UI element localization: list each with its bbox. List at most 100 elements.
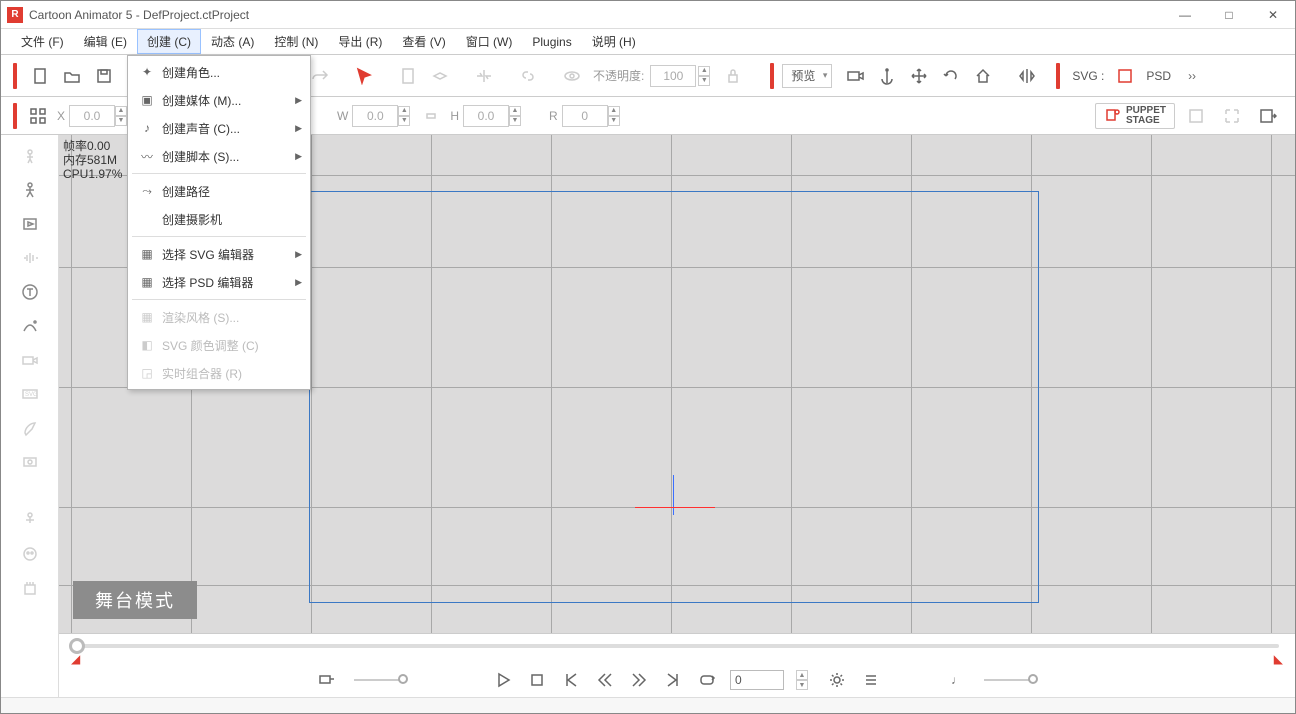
link-wh-button[interactable] xyxy=(416,101,446,131)
link-button[interactable] xyxy=(513,61,543,91)
go-start-button[interactable] xyxy=(560,669,582,691)
go-end-button[interactable] xyxy=(662,669,684,691)
zoom-slider-left[interactable] xyxy=(354,679,404,681)
w-down[interactable]: ▼ xyxy=(398,116,410,126)
camera-tool[interactable] xyxy=(14,345,46,375)
hand-tool[interactable] xyxy=(14,573,46,603)
marker-tool[interactable] xyxy=(316,669,338,691)
menu-create-path[interactable]: ⤳创建路径 xyxy=(128,177,310,205)
menu-export[interactable]: 导出 (R) xyxy=(328,29,392,54)
audio-tool[interactable] xyxy=(14,243,46,273)
prev-frame-button[interactable] xyxy=(594,669,616,691)
h-input[interactable] xyxy=(463,105,509,127)
preview-combo[interactable]: 预览 xyxy=(782,64,832,88)
save-file-button[interactable] xyxy=(89,61,119,91)
timeline-end-marker[interactable]: ◣ xyxy=(1274,652,1283,666)
maximize-button[interactable]: □ xyxy=(1207,1,1251,29)
bone-tool[interactable] xyxy=(14,175,46,205)
pose-tool[interactable] xyxy=(14,505,46,535)
menu-create-script[interactable]: 〰创建脚本 (S)...▶ xyxy=(128,142,310,170)
menu-edit[interactable]: 编辑 (E) xyxy=(74,29,137,54)
new-file-button[interactable] xyxy=(25,61,55,91)
frame-down[interactable]: ▼ xyxy=(796,680,808,690)
layer-tool-1[interactable] xyxy=(393,61,423,91)
stage-tool-1[interactable] xyxy=(1181,101,1211,131)
x-up[interactable]: ▲ xyxy=(115,106,127,116)
timeline-track[interactable] xyxy=(75,644,1279,648)
r-down[interactable]: ▼ xyxy=(608,116,620,126)
menu-create-camera[interactable]: 创建摄影机 xyxy=(128,205,310,233)
x-down[interactable]: ▼ xyxy=(115,116,127,126)
x-input[interactable] xyxy=(69,105,115,127)
opacity-down[interactable]: ▼ xyxy=(698,76,710,86)
r-up[interactable]: ▲ xyxy=(608,106,620,116)
menu-view[interactable]: 查看 (V) xyxy=(392,29,455,54)
status-bar xyxy=(1,697,1295,713)
stage-export-button[interactable] xyxy=(1253,101,1283,131)
anchor-button[interactable] xyxy=(872,61,902,91)
timeline-start-marker[interactable]: ◢ xyxy=(71,652,80,666)
menu-file[interactable]: 文件 (F) xyxy=(11,29,74,54)
text-tool[interactable] xyxy=(14,277,46,307)
opacity-input[interactable] xyxy=(650,65,696,87)
menu-help[interactable]: 说明 (H) xyxy=(582,29,646,54)
menu-create-sound[interactable]: ♪创建声音 (C)...▶ xyxy=(128,114,310,142)
menu-control[interactable]: 控制 (N) xyxy=(264,29,328,54)
more-button[interactable]: ›› xyxy=(1177,61,1207,91)
r-input[interactable] xyxy=(562,105,608,127)
puppet-stage-button[interactable]: PUPPETSTAGE xyxy=(1095,103,1175,129)
camera-view-button[interactable] xyxy=(840,61,870,91)
audio-icon: ♩ xyxy=(946,669,968,691)
svg-editor-label: SVG : xyxy=(1072,69,1104,83)
rotate-button[interactable] xyxy=(936,61,966,91)
w-input[interactable] xyxy=(352,105,398,127)
h-label: H xyxy=(450,109,459,123)
svg-edit-button[interactable] xyxy=(1110,61,1140,91)
menu-bar: 文件 (F) 编辑 (E) 创建 (C) 动态 (A) 控制 (N) 导出 (R… xyxy=(1,29,1295,55)
path-tool[interactable] xyxy=(14,311,46,341)
svg-tool[interactable]: SVG xyxy=(14,379,46,409)
actor-tool[interactable] xyxy=(14,141,46,171)
menu-create[interactable]: 创建 (C) xyxy=(137,29,201,54)
loop-button[interactable] xyxy=(696,669,718,691)
current-frame-input[interactable] xyxy=(730,670,784,690)
w-up[interactable]: ▲ xyxy=(398,106,410,116)
volume-slider[interactable] xyxy=(984,679,1034,681)
grid-align-button[interactable] xyxy=(23,101,53,131)
minimize-button[interactable]: — xyxy=(1163,1,1207,29)
flip-button[interactable] xyxy=(469,61,499,91)
stage-tool-2[interactable] xyxy=(1217,101,1247,131)
menu-window[interactable]: 窗口 (W) xyxy=(456,29,523,54)
menu-create-character[interactable]: ✦创建角色... xyxy=(128,58,310,86)
home-button[interactable] xyxy=(968,61,998,91)
menu-plugins[interactable]: Plugins xyxy=(522,31,581,53)
list-button[interactable] xyxy=(860,669,882,691)
lock-button[interactable] xyxy=(718,61,748,91)
title-bar: R Cartoon Animator 5 - DefProject.ctProj… xyxy=(1,1,1295,29)
menu-create-media[interactable]: ▣创建媒体 (M)...▶ xyxy=(128,86,310,114)
h-down[interactable]: ▼ xyxy=(509,116,521,126)
render-tool[interactable] xyxy=(14,447,46,477)
color-tool[interactable] xyxy=(14,413,46,443)
menu-animate[interactable]: 动态 (A) xyxy=(201,29,264,54)
stage-frame xyxy=(309,191,1039,603)
left-toolbar: SVG xyxy=(1,135,59,697)
menu-svg-editor[interactable]: ▦选择 SVG 编辑器▶ xyxy=(128,240,310,268)
select-tool-button[interactable] xyxy=(349,61,379,91)
stop-button[interactable] xyxy=(526,669,548,691)
media-tool[interactable] xyxy=(14,209,46,239)
open-file-button[interactable] xyxy=(57,61,87,91)
close-button[interactable]: ✕ xyxy=(1251,1,1295,29)
next-frame-button[interactable] xyxy=(628,669,650,691)
face-tool[interactable] xyxy=(14,539,46,569)
play-button[interactable] xyxy=(492,669,514,691)
menu-psd-editor[interactable]: ▦选择 PSD 编辑器▶ xyxy=(128,268,310,296)
mirror-button[interactable] xyxy=(1012,61,1042,91)
frame-up[interactable]: ▲ xyxy=(796,670,808,680)
settings-button[interactable] xyxy=(826,669,848,691)
layer-tool-2[interactable] xyxy=(425,61,455,91)
opacity-up[interactable]: ▲ xyxy=(698,66,710,76)
move-button[interactable] xyxy=(904,61,934,91)
h-up[interactable]: ▲ xyxy=(509,106,521,116)
visibility-button[interactable] xyxy=(557,61,587,91)
